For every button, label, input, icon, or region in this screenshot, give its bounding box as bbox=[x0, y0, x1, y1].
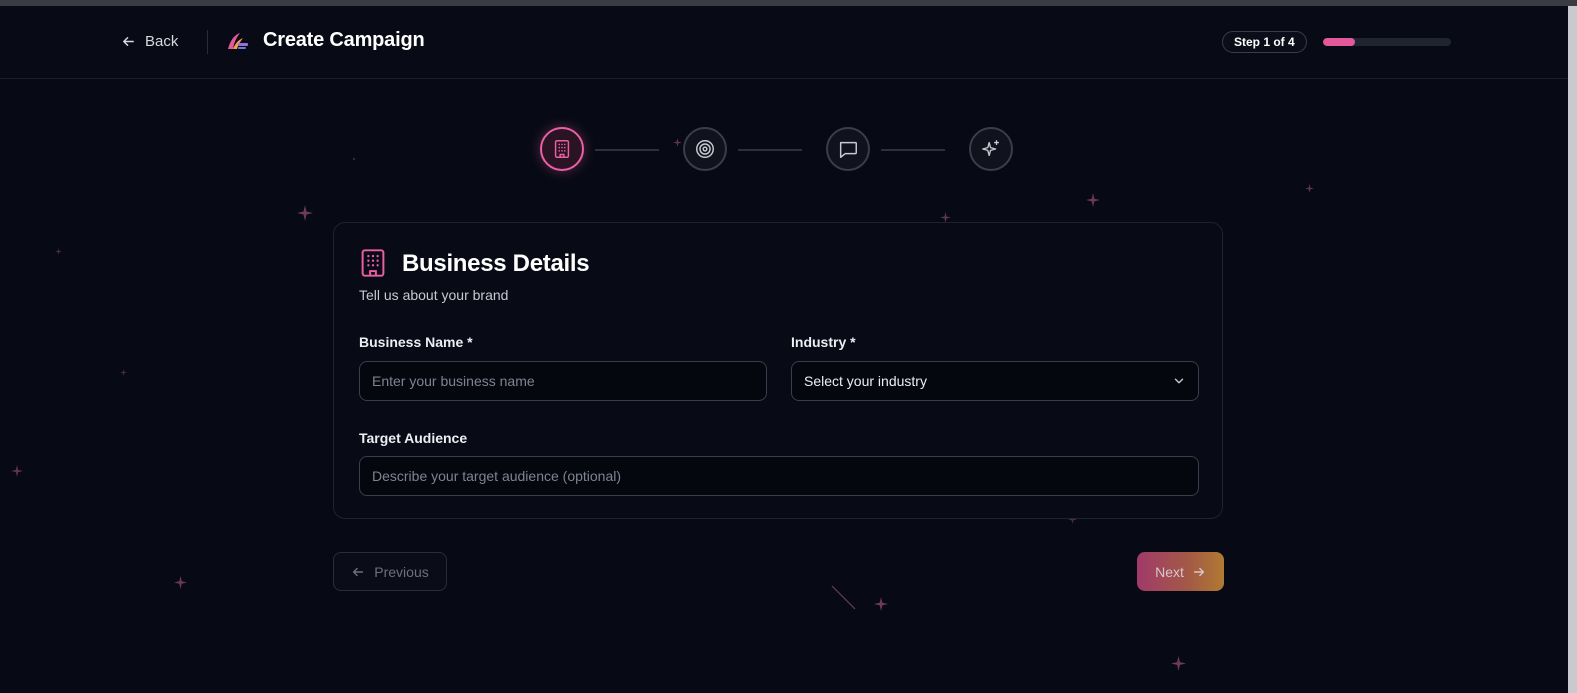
previous-button[interactable]: Previous bbox=[333, 552, 447, 591]
target-audience-input[interactable]: Describe your target audience (optional) bbox=[359, 456, 1199, 496]
sparkle-decoration-icon bbox=[120, 369, 127, 376]
sparkle-decoration-icon bbox=[1086, 193, 1100, 207]
step-connector bbox=[738, 149, 802, 151]
industry-selected-value: Select your industry bbox=[804, 373, 927, 389]
building-icon bbox=[361, 249, 385, 277]
industry-label: Industry * bbox=[791, 334, 856, 350]
business-details-card: Business Details Tell us about your bran… bbox=[333, 222, 1223, 519]
next-button[interactable]: Next bbox=[1137, 552, 1224, 591]
arrow-left-icon bbox=[353, 567, 364, 576]
sparkle-decoration-icon bbox=[174, 576, 187, 589]
sparkles-icon bbox=[982, 140, 1000, 157]
sparkle-decoration-icon bbox=[673, 138, 682, 147]
sparkle-decoration-icon bbox=[297, 205, 313, 221]
industry-select[interactable]: Select your industry bbox=[791, 361, 1199, 401]
card-title: Business Details bbox=[402, 250, 590, 277]
sparkle-decoration-icon bbox=[1305, 184, 1314, 193]
shooting-star-decoration-icon bbox=[831, 585, 856, 610]
business-name-placeholder: Enter your business name bbox=[372, 373, 535, 389]
step-business-details[interactable] bbox=[540, 127, 584, 171]
step-badge: Step 1 of 4 bbox=[1222, 31, 1307, 53]
sparkle-decoration-icon bbox=[874, 597, 888, 611]
arrow-right-icon bbox=[1193, 567, 1204, 576]
step-messaging[interactable] bbox=[826, 127, 870, 171]
step-generate[interactable] bbox=[969, 127, 1013, 171]
business-name-input[interactable]: Enter your business name bbox=[359, 361, 767, 401]
progress-bar-fill bbox=[1323, 38, 1355, 46]
header-divider bbox=[207, 30, 208, 54]
message-icon bbox=[839, 141, 857, 158]
sparkle-decoration-icon bbox=[11, 465, 23, 477]
target-audience-placeholder: Describe your target audience (optional) bbox=[372, 468, 622, 484]
step-connector bbox=[881, 149, 945, 151]
scrollbar[interactable] bbox=[1568, 6, 1577, 693]
app-logo-icon bbox=[228, 33, 248, 49]
target-icon bbox=[696, 140, 714, 158]
previous-label: Previous bbox=[374, 563, 429, 580]
top-header: Back Create Campaign Step 1 of 4 bbox=[0, 6, 1568, 79]
business-name-label: Business Name * bbox=[359, 334, 473, 350]
step-connector bbox=[595, 149, 659, 151]
back-button[interactable]: Back bbox=[121, 28, 178, 54]
building-icon bbox=[554, 140, 570, 158]
create-campaign-page: Back Create Campaign Step 1 of 4 Busines… bbox=[0, 0, 1577, 693]
progress-bar bbox=[1323, 38, 1451, 46]
page-title: Create Campaign bbox=[263, 29, 425, 51]
target-audience-label: Target Audience bbox=[359, 430, 468, 446]
next-label: Next bbox=[1155, 563, 1184, 580]
arrow-left-icon bbox=[123, 36, 134, 46]
sparkle-decoration-icon bbox=[1171, 656, 1186, 671]
back-label: Back bbox=[145, 32, 179, 50]
step-goals[interactable] bbox=[683, 127, 727, 171]
star-dot bbox=[353, 158, 355, 160]
sparkle-decoration-icon bbox=[55, 248, 62, 255]
chevron-down-icon bbox=[1174, 378, 1184, 384]
card-subtitle: Tell us about your brand bbox=[359, 287, 509, 303]
